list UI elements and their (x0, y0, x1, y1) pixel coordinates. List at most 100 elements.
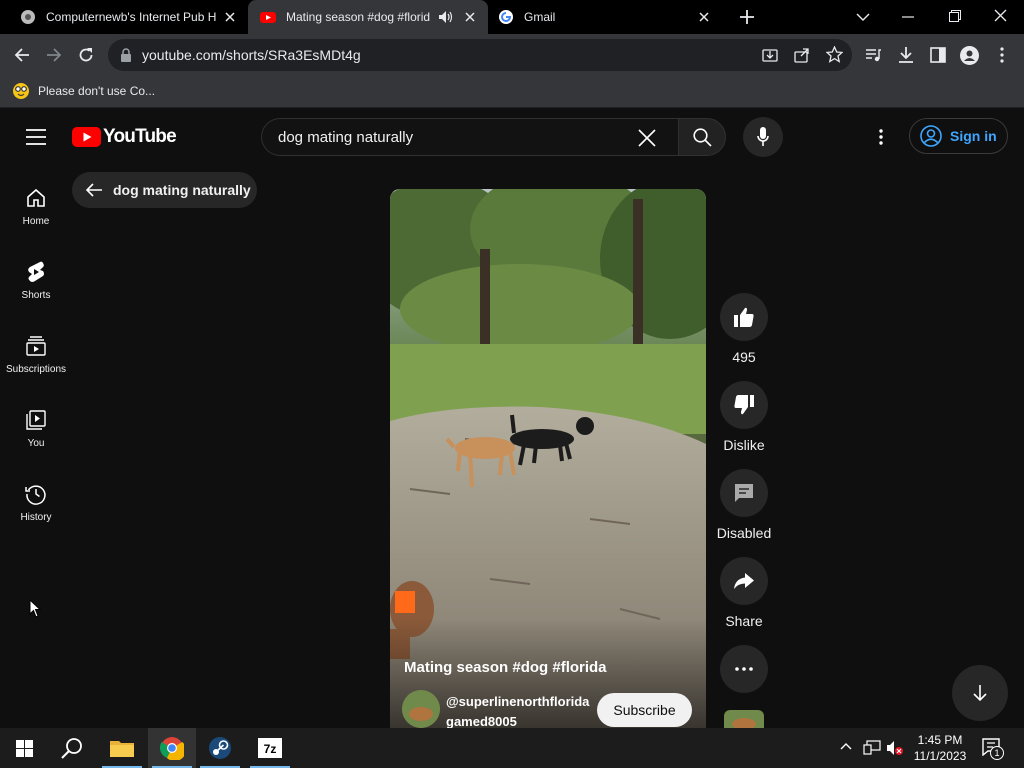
taskbar-chrome[interactable] (148, 728, 196, 768)
computernewb-favicon-icon (20, 9, 36, 25)
minimize-icon[interactable] (902, 16, 914, 18)
network-icon[interactable] (863, 740, 881, 756)
share-action[interactable]: Share (712, 557, 776, 629)
channel-avatar[interactable] (402, 690, 440, 728)
side-panel-icon[interactable] (930, 47, 946, 63)
more-actions[interactable] (712, 645, 776, 701)
guide-item-history[interactable]: History (0, 482, 72, 523)
address-bar[interactable]: youtube.com/shorts/SRa3EsMDt4g (108, 39, 852, 71)
thumbs-down-icon (733, 394, 755, 416)
tab-computernewb[interactable]: Computernewb's Internet Pub H (8, 0, 248, 34)
nerd-face-icon (12, 82, 30, 100)
history-icon (24, 482, 48, 506)
browser-tab-strip: Computernewb's Internet Pub H Mating sea… (0, 0, 1024, 34)
bookmark-star-icon[interactable] (826, 46, 843, 63)
search-icon (693, 128, 712, 147)
audio-thumbnail[interactable] (724, 710, 764, 728)
bookmarks-bar: Please don't use Co... (0, 77, 1024, 108)
guide-label: Home (22, 216, 50, 227)
install-app-icon[interactable] (762, 47, 778, 63)
share-page-icon[interactable] (794, 47, 810, 63)
clock-date: 11/1/2023 (913, 749, 967, 763)
browser-toolbar: youtube.com/shorts/SRa3EsMDt4g (0, 34, 1024, 77)
comments-action[interactable]: Disabled (712, 469, 776, 541)
like-action[interactable]: 495 (712, 293, 776, 365)
close-window-icon[interactable] (994, 9, 1007, 22)
search-button[interactable] (678, 118, 726, 156)
show-hidden-icons-chevron-icon[interactable] (840, 742, 852, 750)
taskbar-7zip[interactable]: 7z (246, 728, 294, 768)
like-button[interactable] (720, 293, 768, 341)
youtube-logo[interactable]: YouTube (72, 126, 177, 148)
back-to-search-chip[interactable]: dog mating naturally (72, 172, 257, 208)
guide-item-subscriptions[interactable]: Subscriptions (0, 334, 72, 375)
restore-icon[interactable] (949, 10, 961, 22)
close-tab-icon[interactable] (462, 9, 478, 25)
tab-gmail[interactable]: Gmail (488, 0, 722, 34)
bookmark-item[interactable]: Please don't use Co... (12, 82, 155, 100)
share-button[interactable] (720, 557, 768, 605)
action-center-button[interactable]: 1 (982, 738, 1004, 760)
lock-icon[interactable] (120, 48, 132, 62)
start-button[interactable] (0, 728, 48, 768)
comments-label: Disabled (716, 525, 772, 541)
tab-search-chevron-icon[interactable] (856, 12, 870, 22)
close-tab-icon[interactable] (696, 9, 712, 25)
tab-mating-season[interactable]: Mating season #dog #florid (248, 0, 488, 34)
audio-playing-icon[interactable] (439, 11, 453, 23)
back-arrow-icon[interactable] (14, 47, 30, 63)
tab-title: Gmail (524, 10, 556, 24)
guide-item-shorts[interactable]: Shorts (0, 260, 72, 301)
youtube-favicon-icon (260, 9, 276, 25)
dislike-action[interactable]: Dislike (712, 381, 776, 453)
youtube-logo-icon (72, 127, 101, 147)
clear-search-icon[interactable] (638, 129, 656, 147)
tab-title: Mating season #dog #florid (286, 10, 431, 24)
search-query-text: dog mating naturally (278, 129, 414, 146)
subscribe-button[interactable]: Subscribe (597, 693, 692, 727)
back-arrow-icon (85, 182, 103, 198)
back-chip-label: dog mating naturally (113, 182, 251, 198)
account-circle-icon (920, 125, 942, 147)
taskbar-steam[interactable] (196, 728, 244, 768)
next-short-button[interactable] (952, 665, 1008, 721)
guide-item-you[interactable]: You (0, 408, 72, 449)
downloads-icon[interactable] (898, 46, 914, 63)
like-count: 495 (732, 349, 756, 365)
comment-icon (734, 483, 754, 503)
channel-name[interactable]: @superlinenorthflorida gamed8005 (446, 692, 589, 728)
comments-button[interactable] (720, 469, 768, 517)
search-input[interactable]: dog mating naturally (261, 118, 678, 156)
google-favicon-icon (498, 9, 514, 25)
new-tab-icon[interactable] (739, 9, 755, 25)
more-actions-button[interactable] (720, 645, 768, 693)
guide-label: Subscriptions (5, 364, 67, 375)
guide-label: History (20, 512, 52, 523)
volume-muted-icon[interactable] (886, 740, 904, 756)
taskbar-search-button[interactable] (48, 728, 96, 768)
dislike-label: Dislike (723, 437, 765, 453)
shorts-icon (24, 260, 48, 284)
shorts-video-player[interactable]: Mating season #dog #florida @superlineno… (390, 189, 706, 728)
settings-menu-icon[interactable] (878, 129, 884, 145)
youtube-logo-text: YouTube (103, 126, 177, 147)
share-label: Share (725, 613, 763, 629)
sign-in-button[interactable]: Sign in (909, 118, 1008, 154)
chrome-menu-icon[interactable] (999, 47, 1005, 63)
short-title[interactable]: Mating season #dog #florida (404, 659, 607, 676)
notification-count-badge: 1 (990, 746, 1004, 760)
close-tab-icon[interactable] (222, 9, 238, 25)
forward-arrow-icon[interactable] (46, 47, 62, 63)
more-horizontal-icon (735, 667, 753, 671)
system-clock[interactable]: 1:45 PM 11/1/2023 (908, 732, 972, 764)
profile-avatar-icon[interactable] (960, 46, 979, 65)
voice-search-button[interactable] (743, 117, 783, 157)
dislike-button[interactable] (720, 381, 768, 429)
taskbar-file-explorer[interactable] (98, 728, 146, 768)
guide-item-home[interactable]: Home (0, 186, 72, 227)
reload-icon[interactable] (78, 47, 94, 63)
mouse-cursor-icon (29, 599, 41, 618)
hamburger-menu-icon[interactable] (26, 129, 46, 145)
media-control-icon[interactable] (865, 47, 881, 63)
channel-name-line: gamed8005 (446, 714, 517, 728)
